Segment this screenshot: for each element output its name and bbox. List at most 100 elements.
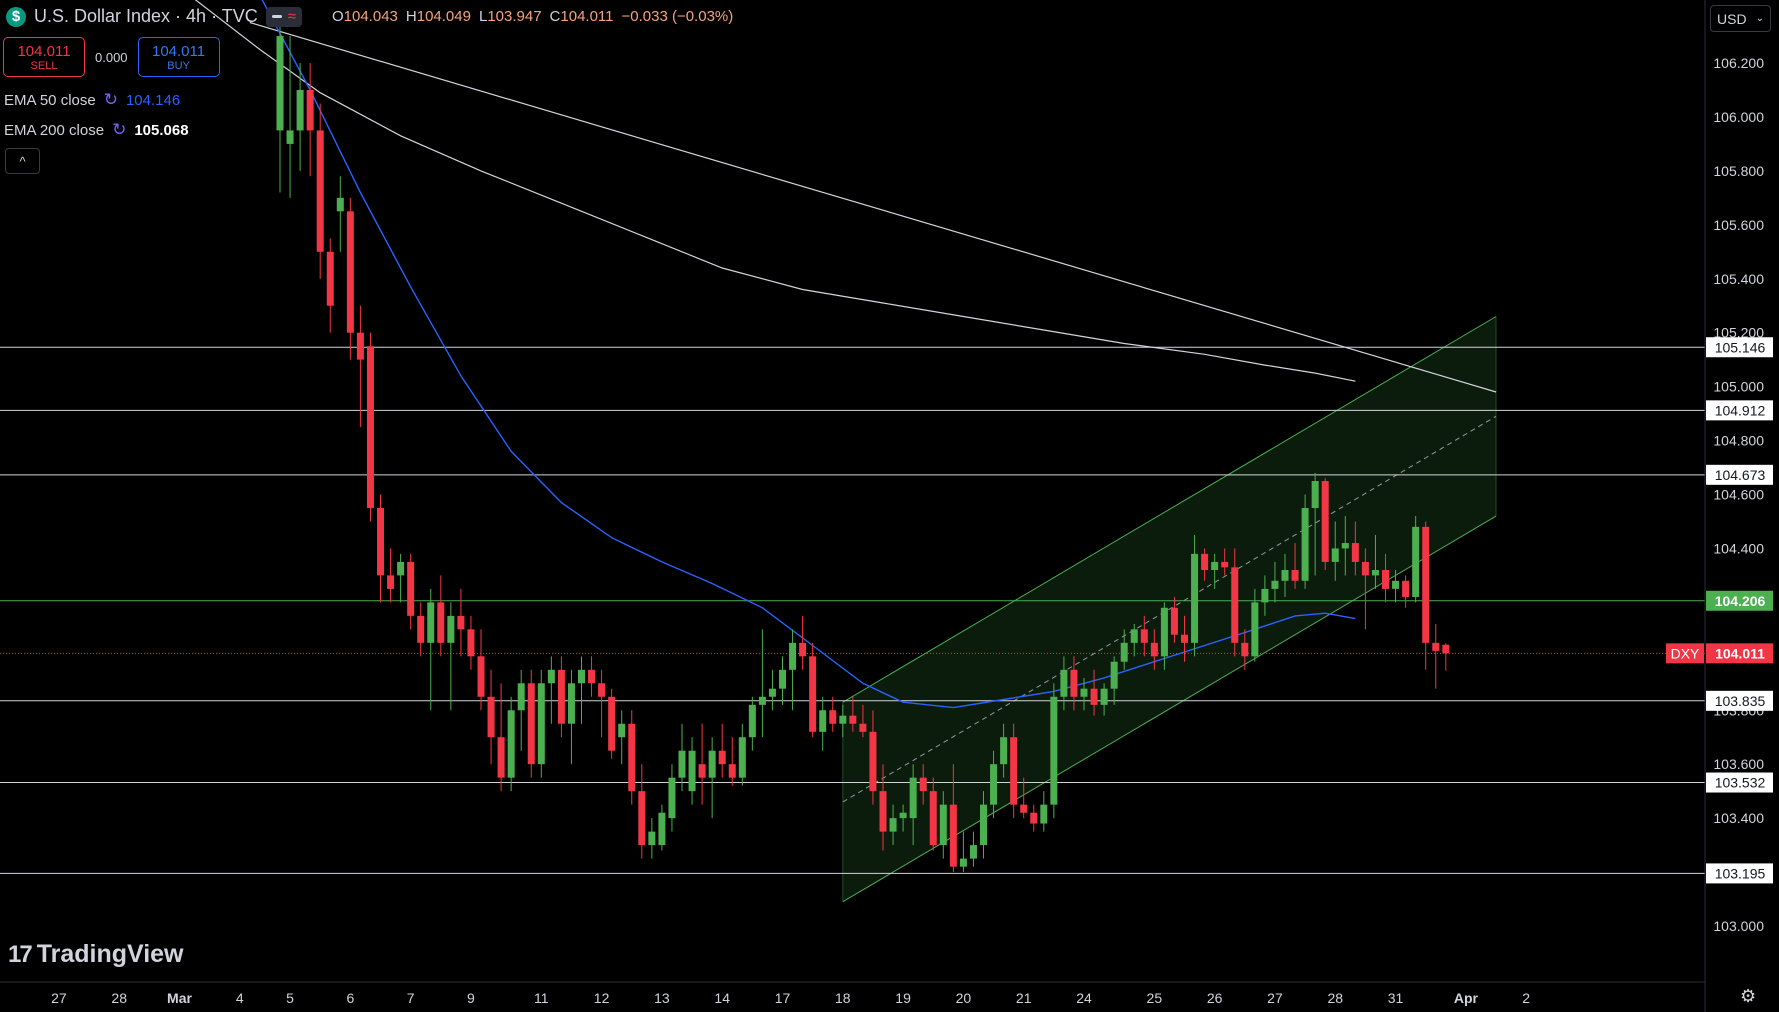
collapse-legend-button[interactable]: ^ bbox=[5, 148, 40, 174]
candle-body bbox=[929, 791, 937, 846]
level-tag-label: 105.146 bbox=[1715, 339, 1766, 355]
time-tick-label: 14 bbox=[714, 990, 730, 1006]
candle-body bbox=[859, 723, 867, 732]
buy-button[interactable]: 104.011 BUY bbox=[137, 37, 220, 77]
price-tick-label: 103.400 bbox=[1713, 810, 1764, 826]
candle-body bbox=[377, 507, 384, 576]
candle-body bbox=[829, 710, 837, 724]
candle-body bbox=[1392, 580, 1400, 589]
time-tick-label: 18 bbox=[835, 990, 851, 1006]
candle-body bbox=[1030, 812, 1038, 824]
indicator-pill[interactable]: ≈ bbox=[265, 6, 302, 27]
candle-body bbox=[1291, 570, 1299, 581]
ohlc-readout: O104.043 H104.049 L103.947 C104.011 −0.0… bbox=[331, 8, 734, 25]
candle-body bbox=[517, 683, 525, 711]
candle-body bbox=[1261, 588, 1269, 603]
candle-body bbox=[1311, 481, 1319, 508]
price-tick-label: 104.600 bbox=[1713, 487, 1764, 503]
candle-body bbox=[356, 332, 364, 360]
time-tick-label: 28 bbox=[1327, 990, 1343, 1006]
currency-label: USD bbox=[1717, 10, 1747, 27]
current-price-tag-label: 104.011 bbox=[1715, 645, 1765, 661]
candle-body bbox=[1231, 567, 1239, 643]
candle-body bbox=[316, 130, 324, 252]
candle-body bbox=[527, 683, 535, 765]
price-tick-label: 105.400 bbox=[1713, 271, 1764, 287]
price-tick-label: 105.600 bbox=[1713, 217, 1764, 233]
time-tick-label: Apr bbox=[1454, 990, 1479, 1006]
time-tick-label: 5 bbox=[286, 990, 294, 1006]
candle-body bbox=[1040, 804, 1048, 824]
candle-body bbox=[698, 764, 706, 778]
price-tick-label: 103.600 bbox=[1713, 756, 1764, 772]
price-tick-label: 105.000 bbox=[1713, 379, 1764, 395]
time-tick-label: 13 bbox=[654, 990, 670, 1006]
ema200-legend[interactable]: EMA 200 close ↻ 105.068 bbox=[4, 120, 189, 140]
time-tick-label: 24 bbox=[1076, 990, 1092, 1006]
candle-body bbox=[537, 683, 545, 765]
candle-body bbox=[387, 575, 395, 589]
price-tick-label: 105.800 bbox=[1713, 163, 1764, 179]
candle-body bbox=[346, 211, 354, 333]
candle-body bbox=[487, 696, 495, 738]
sell-button[interactable]: 104.011 SELL bbox=[3, 37, 85, 77]
tradingview-logo[interactable]: 17 TradingView bbox=[8, 940, 184, 969]
price-tick-label: 104.800 bbox=[1713, 433, 1764, 449]
candle-body bbox=[467, 629, 475, 657]
candle-body bbox=[477, 656, 485, 697]
currency-selector[interactable]: USD ⌄ bbox=[1710, 5, 1771, 32]
candle-body bbox=[779, 669, 786, 689]
candle-body bbox=[618, 723, 626, 738]
ema50-label: EMA 50 close bbox=[4, 91, 96, 109]
candle-body bbox=[1371, 570, 1379, 576]
candle-body bbox=[1331, 548, 1339, 562]
minus-icon bbox=[271, 15, 282, 18]
ema50-legend[interactable]: EMA 50 close ↻ 104.146 bbox=[4, 90, 180, 110]
price-tick-label: 106.200 bbox=[1713, 55, 1764, 71]
open-value: 104.043 bbox=[343, 8, 398, 25]
tradingview-mark-icon: 17 bbox=[8, 940, 33, 968]
dollar-symbol-icon[interactable]: $ bbox=[6, 6, 26, 27]
candle-body bbox=[457, 615, 465, 630]
candle-body bbox=[658, 812, 666, 846]
trade-panel: 104.011 SELL 0.000 104.011 BUY bbox=[3, 37, 220, 77]
candle-body bbox=[567, 683, 575, 724]
candle-body bbox=[1341, 543, 1349, 549]
settings-icon[interactable]: ⚙ bbox=[1740, 986, 1756, 1007]
time-tick-label: 17 bbox=[775, 990, 791, 1006]
candle-body bbox=[598, 683, 606, 697]
candle-body bbox=[648, 831, 656, 846]
symbol-title[interactable]: U.S. Dollar Index · 4h · TVC bbox=[34, 6, 258, 27]
candle-body bbox=[366, 346, 374, 508]
chevron-up-icon: ^ bbox=[19, 153, 26, 169]
candle-body bbox=[1140, 629, 1148, 643]
candle-body bbox=[990, 764, 998, 805]
candle-body bbox=[1050, 696, 1058, 805]
candle-body bbox=[447, 615, 455, 643]
time-tick-label: 21 bbox=[1016, 990, 1032, 1006]
time-tick-label: 9 bbox=[467, 990, 475, 1006]
time-tick-label: 12 bbox=[594, 990, 610, 1006]
candle-body bbox=[1060, 669, 1068, 697]
candle-body bbox=[1090, 688, 1098, 705]
candle-body bbox=[1080, 688, 1088, 697]
price-tick-label: 104.400 bbox=[1713, 540, 1764, 556]
candle-body bbox=[1301, 507, 1309, 581]
candle-body bbox=[1241, 642, 1249, 657]
tradingview-wordmark: TradingView bbox=[36, 940, 184, 968]
candle-body bbox=[306, 89, 314, 131]
high-value: 104.049 bbox=[416, 8, 471, 25]
price-chart[interactable]: 103.000103.200103.400103.600103.800104.0… bbox=[0, 0, 1779, 1012]
candle-body bbox=[969, 845, 977, 859]
time-tick-label: 2 bbox=[1522, 990, 1530, 1006]
candle-body bbox=[1170, 607, 1178, 635]
candle-body bbox=[1402, 580, 1410, 597]
time-tick-label: Mar bbox=[167, 990, 192, 1006]
candle-body bbox=[1221, 561, 1229, 568]
candle-body bbox=[949, 804, 957, 867]
candle-body bbox=[1181, 634, 1188, 643]
candle-body bbox=[889, 818, 897, 832]
candle-body bbox=[1130, 629, 1138, 643]
candle-body bbox=[809, 656, 817, 732]
candle-body bbox=[718, 750, 726, 765]
